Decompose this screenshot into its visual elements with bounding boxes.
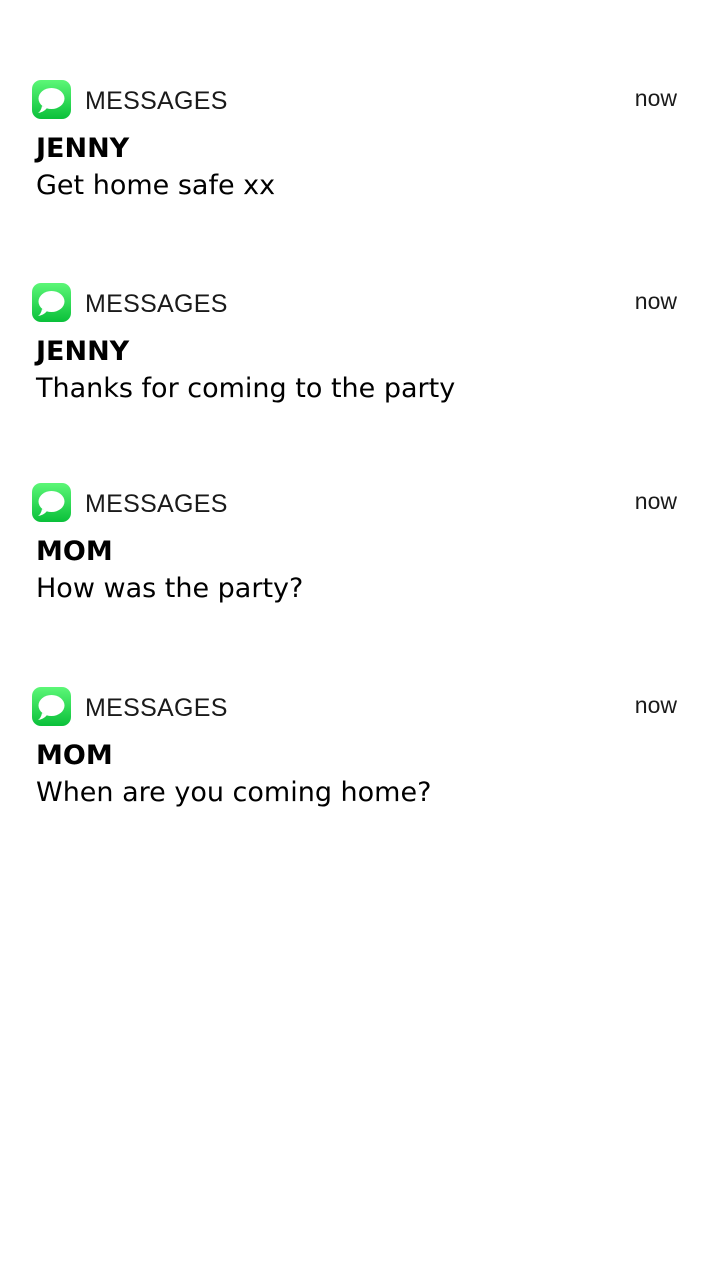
timestamp: now [634, 692, 677, 718]
sender-name: JENNY [36, 336, 130, 367]
message-preview: When are you coming home? [36, 777, 432, 808]
sender-name: MOM [36, 740, 113, 771]
notification-card[interactable]: MESSAGES now MOM How was the party? [0, 483, 720, 623]
timestamp: now [634, 288, 677, 314]
messages-icon [32, 687, 71, 726]
messages-icon [32, 80, 71, 119]
messages-icon [32, 483, 71, 522]
sender-name: JENNY [36, 133, 130, 164]
app-name: MESSAGES [85, 694, 228, 722]
app-name: MESSAGES [85, 87, 228, 115]
notification-card[interactable]: MESSAGES now JENNY Get home safe xx [0, 80, 720, 220]
messages-icon [32, 283, 71, 322]
sender-name: MOM [36, 536, 113, 567]
notification-card[interactable]: MESSAGES now MOM When are you coming hom… [0, 687, 720, 827]
notification-card[interactable]: MESSAGES now JENNY Thanks for coming to … [0, 283, 720, 423]
message-preview: How was the party? [36, 573, 304, 604]
app-name: MESSAGES [85, 290, 228, 318]
timestamp: now [634, 488, 677, 514]
timestamp: now [634, 85, 677, 111]
message-preview: Get home safe xx [36, 170, 276, 201]
app-name: MESSAGES [85, 490, 228, 518]
message-preview: Thanks for coming to the party [36, 373, 456, 404]
